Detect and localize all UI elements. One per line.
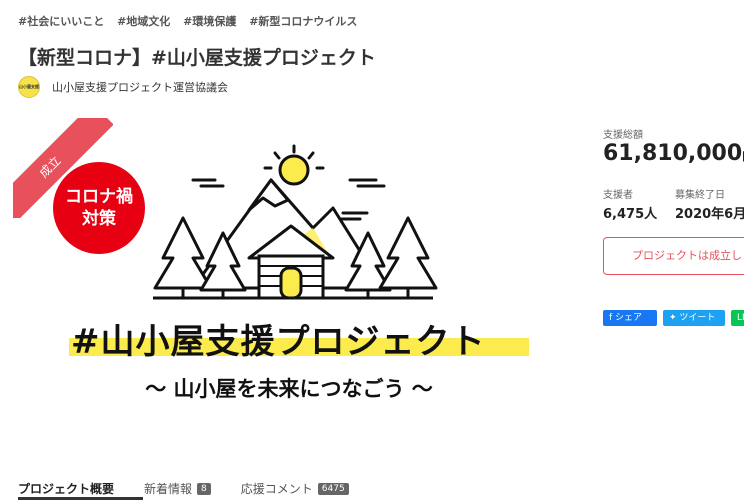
project-tabs: プロジェクト概要 新着情報 8 応援コメント 6475 [18,480,379,497]
page-title: 【新型コロナ】#山小屋支援プロジェクト [18,47,376,69]
hero-subline: ～ 山小屋を未来につなごう ～ [145,377,433,401]
tab-news-label: 新着情報 [144,482,193,496]
owner-logo-text: 山小屋支援 [19,84,39,89]
twitter-share-label: ツイート [679,313,716,323]
facebook-share-label: シェア [615,313,643,323]
twitter-icon: ✦ [669,313,680,323]
tag-link[interactable]: #地域文化 [117,15,170,28]
tab-comments-label: 応援コメント [240,482,313,496]
facebook-share-button[interactable]: f シェア [603,310,657,326]
project-owner[interactable]: 山小屋支援 山小屋支援プロジェクト運営協議会 [18,76,228,98]
tag-link[interactable]: #社会にいいこと [18,15,104,28]
tab-comments[interactable]: 応援コメント 6475 [241,480,349,497]
supporters-label: 支援者 [603,190,633,201]
total-label: 支援総額 [603,130,643,141]
project-status-button[interactable]: プロジェクトは成立しま [603,237,744,275]
end-date-label: 募集終了日 [675,190,725,201]
tab-overview-label: プロジェクト概要 [18,482,115,496]
owner-name[interactable]: 山小屋支援プロジェクト運営協議会 [52,79,228,95]
tag-list: #社会にいいこと #地域文化 #環境保護 #新型コロナウイルス [18,13,366,29]
tag-link[interactable]: #新型コロナウイルス [249,15,357,28]
comments-count-badge: 6475 [317,482,349,495]
line-share-button[interactable]: LINE [731,310,744,326]
tag-link[interactable]: #環境保護 [183,15,236,28]
news-count-badge: 8 [197,482,211,495]
corona-badge-line2: 対策 [82,209,116,229]
total-amount: 61,810,000円 [603,141,744,166]
tab-overview[interactable]: プロジェクト概要 [18,480,114,497]
total-value: 61,810,000 [603,141,743,166]
twitter-share-button[interactable]: ✦ ツイート [663,310,725,326]
hero-headline: #山小屋支援プロジェクト [71,322,486,362]
corona-badge-line1: コロナ禍 [65,187,133,207]
tab-news[interactable]: 新着情報 8 [144,480,211,497]
supporters-value: 6,475人 [603,207,658,222]
corona-badge: コロナ禍 対策 [53,162,145,254]
end-date-value: 2020年6月 [675,207,744,222]
owner-logo[interactable]: 山小屋支援 [18,76,40,98]
project-hero-image: 成立 コロナ禍 対策 #山小屋支援プロジェクト ～ 山小屋を未来につなごう ～ [13,118,565,434]
